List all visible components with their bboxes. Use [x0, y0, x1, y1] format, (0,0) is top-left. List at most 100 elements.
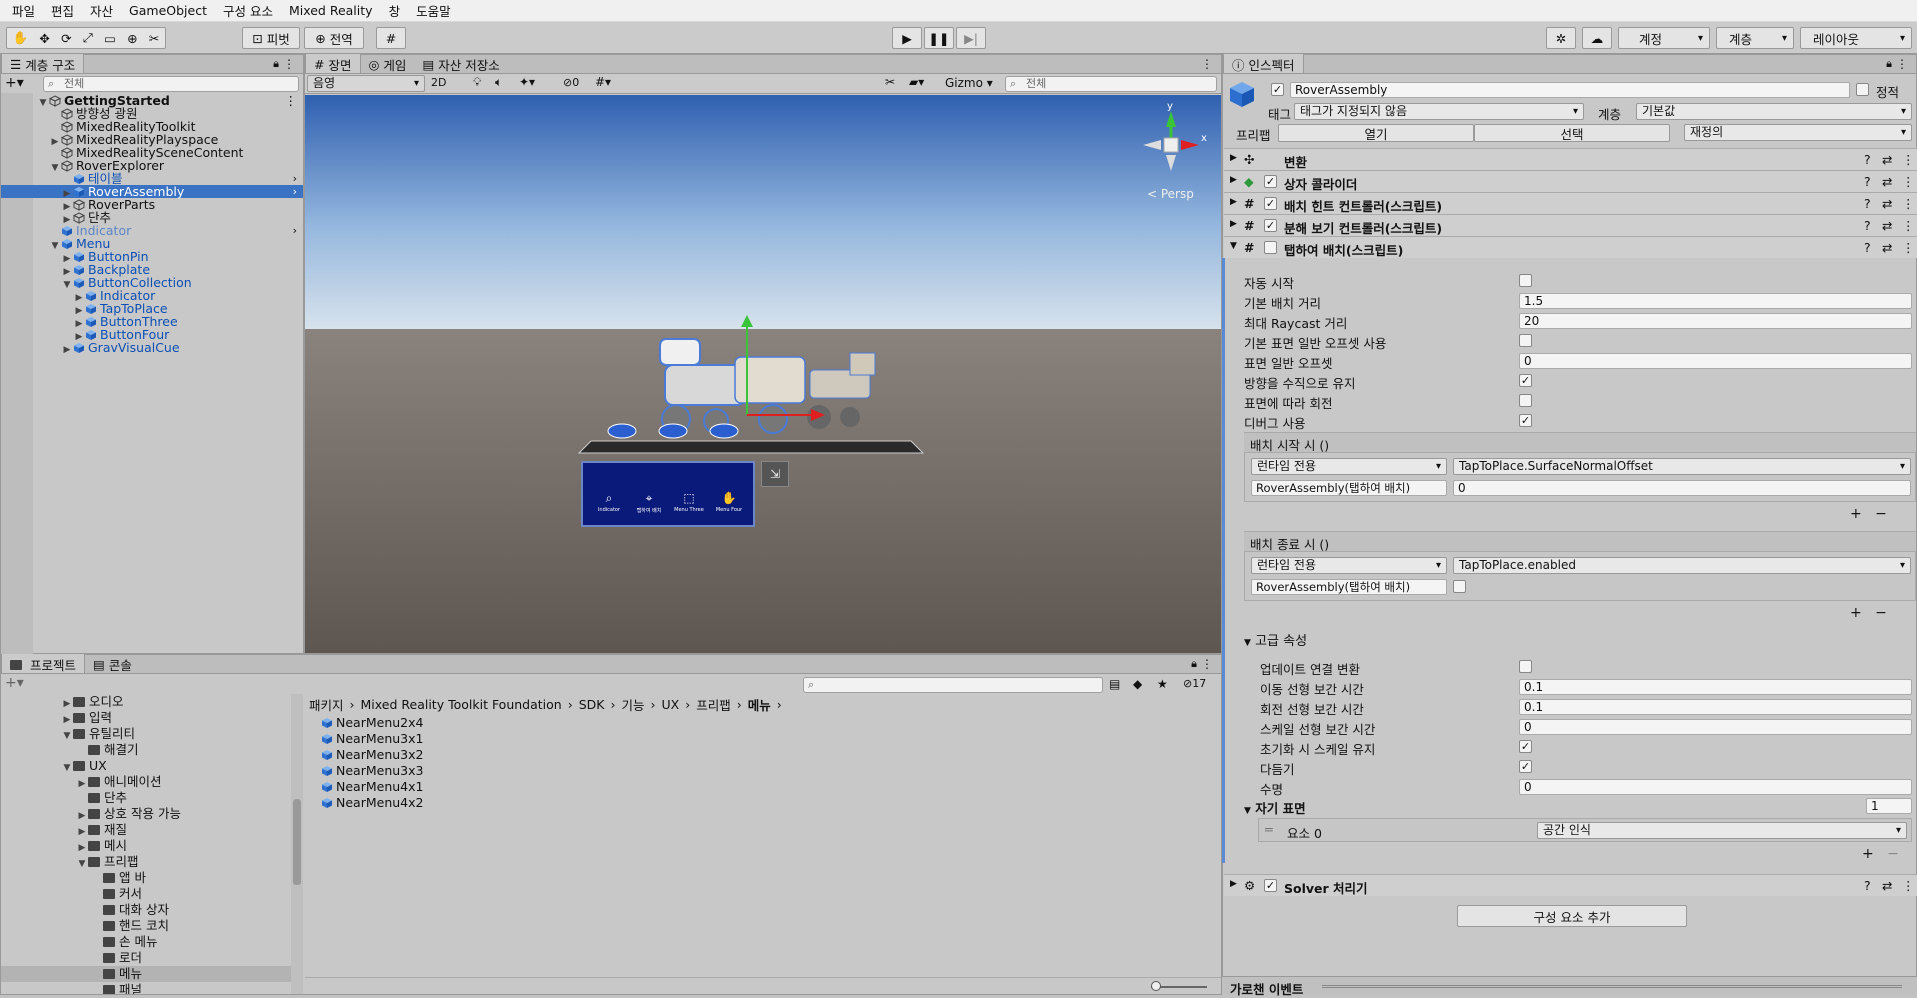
- persp-label[interactable]: < Persp: [1147, 187, 1194, 201]
- grid-toggle-icon[interactable]: #▾: [595, 75, 611, 89]
- tab-scene[interactable]: # 장면: [305, 54, 361, 73]
- prefab-overrides-dropdown[interactable]: 재정의: [1684, 124, 1912, 141]
- property-field[interactable]: 20: [1519, 313, 1912, 329]
- component-enabled-checkbox[interactable]: [1264, 241, 1277, 254]
- drag-handle-icon[interactable]: ═: [1265, 822, 1273, 837]
- preset-icon[interactable]: ⇄: [1882, 174, 1892, 189]
- help-icon[interactable]: ?: [1864, 218, 1871, 233]
- lock-icon[interactable]: 🔒︎: [273, 57, 279, 71]
- menu-item[interactable]: 편집: [43, 1, 82, 20]
- minus-icon[interactable]: −: [1875, 506, 1887, 522]
- preset-icon[interactable]: ⇄: [1882, 218, 1892, 233]
- folder-item[interactable]: 메뉴: [1, 966, 291, 982]
- pause-button[interactable]: ❚❚: [924, 27, 954, 49]
- folder-item[interactable]: 패널: [1, 982, 291, 994]
- breadcrumb-item[interactable]: UX: [662, 697, 680, 712]
- scale-tool-icon[interactable]: ⤢: [83, 30, 93, 46]
- folder-item[interactable]: ▼ UX: [1, 758, 291, 774]
- file-item[interactable]: NearMenu3x2: [321, 747, 621, 763]
- folder-item[interactable]: ▶ 상호 작용 가능: [1, 806, 291, 822]
- folder-item[interactable]: 대화 상자: [1, 902, 291, 918]
- scene-search-input[interactable]: ⌕ 전체: [1005, 76, 1217, 92]
- rect-tool-icon[interactable]: ▭: [104, 31, 116, 46]
- file-item[interactable]: NearMenu3x3: [321, 763, 621, 779]
- kebab-menu-icon[interactable]: ⋮: [1902, 878, 1915, 893]
- play-button[interactable]: ▶: [892, 27, 922, 49]
- tab-hierarchy[interactable]: ☰ 계층 구조: [1, 54, 85, 73]
- component-header[interactable]: ▶ ◆ ✓ 상자 콜라이더? ⇄ ⋮: [1224, 170, 1917, 192]
- near-menu-button[interactable]: ⌖ 탭하여 배치: [629, 491, 669, 523]
- preset-icon[interactable]: ⇄: [1882, 196, 1892, 211]
- solver-handler-header[interactable]: ▶ ⚙ ✓ Solver 처리기 ? ⇄ ⋮: [1224, 874, 1917, 896]
- foldout-arrow-icon[interactable]: ▶: [1230, 153, 1237, 163]
- collab-button[interactable]: ✲: [1546, 27, 1576, 49]
- foldout-arrow-icon[interactable]: ▶: [1230, 219, 1237, 229]
- kebab-menu-icon[interactable]: ⋮: [1902, 196, 1915, 211]
- component-enabled-checkbox[interactable]: ✓: [1264, 175, 1277, 188]
- property-checkbox[interactable]: ✓: [1519, 760, 1532, 773]
- tools-icon[interactable]: ✂: [885, 75, 895, 89]
- layers-dropdown[interactable]: 계층 ▾: [1716, 27, 1794, 49]
- component-header[interactable]: ▶ ✣ 변환? ⇄ ⋮: [1224, 148, 1917, 170]
- event-stop-function-dropdown[interactable]: TapToPlace.enabled: [1453, 557, 1911, 574]
- menu-item[interactable]: Mixed Reality: [281, 3, 381, 18]
- near-menu-button[interactable]: ⌕ Indicator: [589, 491, 629, 523]
- menu-item[interactable]: 자산: [82, 1, 121, 20]
- component-header[interactable]: ▶ # ✓ 배치 힌트 컨트롤러(스크립트)? ⇄ ⋮: [1224, 192, 1917, 214]
- kebab-menu-icon[interactable]: ⋮: [1902, 218, 1915, 233]
- hierarchy-item[interactable]: ▼ RoverExplorer: [1, 159, 303, 173]
- foldout-arrow-icon[interactable]: ▶: [1230, 197, 1237, 207]
- scene-viewport[interactable]: y x < Persp ⌕ Indicator ⌖ 탭하여 배치 ⬚ Menu Three…: [305, 95, 1221, 653]
- tab-console[interactable]: ▤ 콘솔: [85, 654, 140, 673]
- breadcrumb-item[interactable]: SDK: [579, 697, 605, 712]
- event-stop-runtime-dropdown[interactable]: 런타임 전용: [1251, 557, 1447, 574]
- preset-icon[interactable]: ⇄: [1882, 152, 1892, 167]
- breadcrumb-item[interactable]: 메뉴: [748, 695, 771, 714]
- near-menu-button[interactable]: ⬚ Menu Three: [669, 491, 709, 523]
- menu-item[interactable]: GameObject: [121, 3, 215, 18]
- kebab-menu-icon[interactable]: ⋮: [1201, 57, 1213, 71]
- kebab-menu-icon[interactable]: ⋮: [285, 94, 298, 107]
- add-component-button[interactable]: 구성 요소 추가: [1457, 905, 1687, 927]
- component-header[interactable]: ▶ # ✓ 분해 보기 컨트롤러(스크립트)? ⇄ ⋮: [1224, 214, 1917, 236]
- object-name-field[interactable]: RoverAssembly: [1290, 82, 1850, 98]
- hierarchy-item[interactable]: Indicator ›: [1, 224, 303, 237]
- expand-arrow-icon[interactable]: ▶: [61, 344, 73, 357]
- hidden-packages-icon[interactable]: ⊘17: [1183, 677, 1206, 690]
- folder-item[interactable]: 손 메뉴: [1, 934, 291, 950]
- kebab-menu-icon[interactable]: ⋮: [1902, 174, 1915, 189]
- kebab-menu-icon[interactable]: ⋮: [1201, 657, 1213, 671]
- zoom-slider[interactable]: [1151, 981, 1207, 991]
- hierarchy-item[interactable]: ▼ Menu: [1, 237, 303, 251]
- pin-button[interactable]: ⇲: [761, 461, 789, 487]
- filter-type-icon[interactable]: ▤: [1109, 677, 1120, 691]
- hierarchy-search-input[interactable]: ⌕ 전체: [43, 76, 299, 92]
- minus-icon[interactable]: −: [1875, 605, 1887, 621]
- menu-item[interactable]: 도움말: [408, 1, 459, 20]
- plus-icon[interactable]: +: [1850, 506, 1862, 522]
- folder-item[interactable]: ▶ 오디오: [1, 694, 291, 710]
- grid-snap-button[interactable]: #: [376, 27, 406, 49]
- breadcrumb-item[interactable]: Mixed Reality Toolkit Foundation: [361, 697, 562, 712]
- camera-icon[interactable]: ▰▾: [909, 75, 924, 89]
- layer-dropdown[interactable]: 기본값: [1636, 103, 1912, 120]
- 2d-toggle[interactable]: 2D: [431, 76, 446, 89]
- folder-item[interactable]: 앱 바: [1, 870, 291, 886]
- file-item[interactable]: NearMenu4x1: [321, 779, 621, 795]
- lock-icon[interactable]: 🔒︎: [1886, 57, 1892, 71]
- property-field[interactable]: 0: [1519, 779, 1912, 795]
- layout-dropdown[interactable]: 레이아웃 ▾: [1800, 27, 1912, 49]
- chevron-right-icon[interactable]: ›: [293, 172, 297, 185]
- component-enabled-checkbox[interactable]: ✓: [1264, 197, 1277, 210]
- help-icon[interactable]: ?: [1864, 174, 1871, 189]
- file-item[interactable]: NearMenu2x4: [321, 715, 621, 731]
- menu-item[interactable]: 창: [381, 1, 409, 20]
- foldout-arrow-icon[interactable]: ▶: [1230, 879, 1237, 889]
- active-checkbox[interactable]: ✓: [1271, 83, 1284, 96]
- folder-item[interactable]: ▶ 재질: [1, 822, 291, 838]
- folder-item[interactable]: 로더: [1, 950, 291, 966]
- project-search-input[interactable]: ⌕: [803, 677, 1103, 693]
- move-tool-icon[interactable]: ✥: [39, 31, 49, 46]
- folder-item[interactable]: 단추: [1, 790, 291, 806]
- chevron-right-icon[interactable]: ›: [293, 185, 297, 198]
